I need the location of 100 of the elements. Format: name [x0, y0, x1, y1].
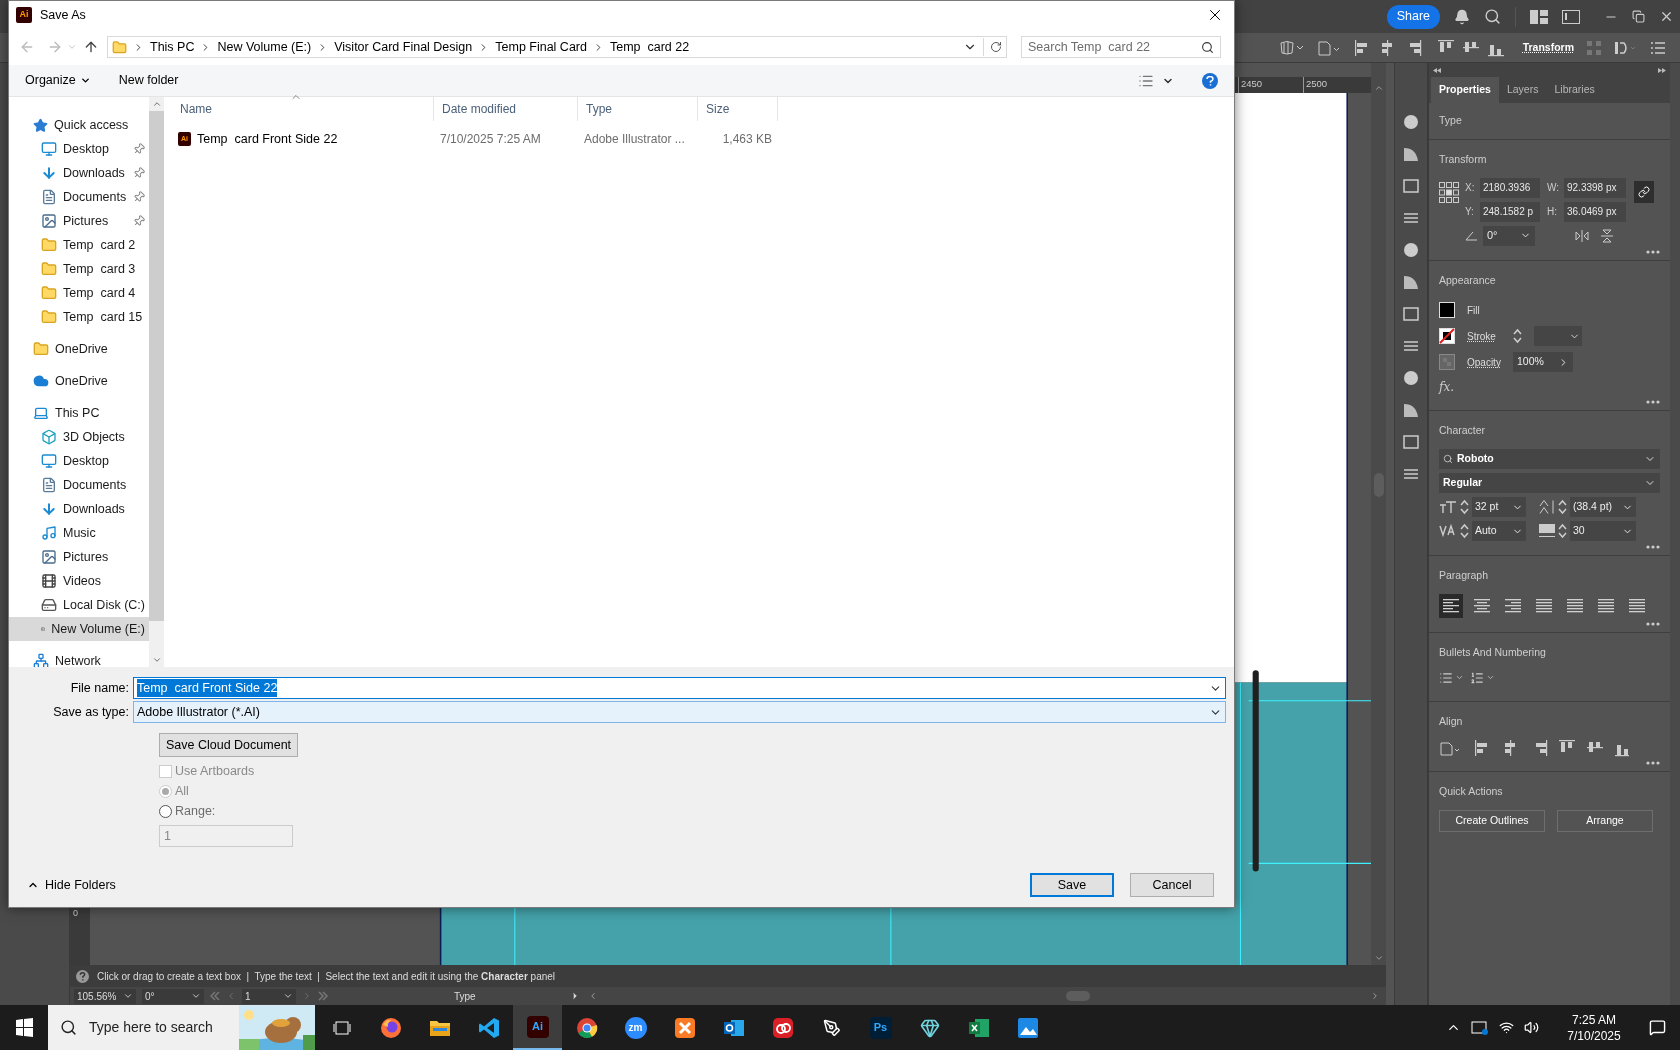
- scroll-up-icon[interactable]: [151, 99, 162, 109]
- panel-tool-icon[interactable]: [1402, 305, 1420, 323]
- more-icon[interactable]: [1646, 400, 1660, 405]
- refresh-icon[interactable]: [990, 41, 1002, 53]
- more-icon[interactable]: [1646, 621, 1660, 626]
- breadcrumb[interactable]: New Volume (E:): [217, 37, 312, 57]
- nav-item[interactable]: Temp card 4: [9, 281, 149, 305]
- x-field[interactable]: 2180.3936: [1480, 177, 1540, 198]
- column-header[interactable]: Size: [698, 97, 778, 121]
- align-objects-drawing[interactable]: [1354, 38, 1505, 57]
- more-icon[interactable]: [1646, 249, 1660, 254]
- leading-field[interactable]: (38.4 pt): [1570, 497, 1636, 517]
- panel-tool-icon[interactable]: [1402, 433, 1420, 451]
- search-icon[interactable]: [60, 1019, 77, 1036]
- flip-vertical-icon[interactable]: [1601, 228, 1613, 243]
- network-icon[interactable]: [1499, 1020, 1514, 1035]
- help-icon[interactable]: [76, 969, 89, 983]
- hide-folders-button[interactable]: Hide Folders: [17, 875, 116, 895]
- up-icon[interactable]: [83, 39, 99, 55]
- address-bar[interactable]: This PC New Volume (E:) Visitor Card Final Design Temp Final Card Temp card 22: [107, 36, 1007, 58]
- nav-item[interactable]: Documents: [9, 473, 149, 497]
- screen-mode-icon[interactable]: [1562, 9, 1580, 24]
- bell-icon[interactable]: [1454, 8, 1470, 25]
- nav-item[interactable]: Pictures: [9, 209, 149, 233]
- y-field[interactable]: 248.1582 p: [1480, 201, 1540, 222]
- caret-icon[interactable]: [79, 75, 91, 86]
- nav-item[interactable]: Downloads: [9, 497, 149, 521]
- nav-item[interactable]: Downloads: [9, 161, 149, 185]
- panel-tool-icon[interactable]: [1402, 273, 1420, 291]
- search-field[interactable]: Search Temp card 22: [1021, 36, 1221, 58]
- vertical-scrollbar[interactable]: [1371, 63, 1386, 965]
- more-icon[interactable]: [1646, 761, 1660, 766]
- menu-icon[interactable]: [1650, 40, 1666, 55]
- stroke-weight-field[interactable]: [1534, 326, 1582, 347]
- opacity-field[interactable]: 100%: [1513, 352, 1573, 373]
- restore-icon[interactable]: [1632, 10, 1645, 23]
- stepper-icon[interactable]: [1460, 499, 1469, 515]
- scroll-down-icon[interactable]: [1373, 953, 1384, 963]
- breadcrumb[interactable]: This PC: [150, 37, 195, 57]
- sync-icon[interactable]: [1471, 1020, 1489, 1035]
- stroke-link[interactable]: Stroke: [1467, 328, 1501, 344]
- nav-item[interactable]: Quick access: [9, 113, 149, 137]
- scrollbar[interactable]: [149, 97, 164, 667]
- page-dropdown[interactable]: 1: [242, 988, 296, 1004]
- scroll-left-icon[interactable]: [588, 991, 598, 1001]
- save-button[interactable]: Save: [1030, 873, 1114, 897]
- clock-time[interactable]: 7:25 AM: [1572, 1011, 1616, 1028]
- file-name-field[interactable]: Temp card Front Side 22: [133, 677, 1226, 699]
- panel-tool-icon[interactable]: [1402, 177, 1420, 195]
- nav-item[interactable]: Desktop: [9, 449, 149, 473]
- nav-item[interactable]: Desktop: [9, 137, 149, 161]
- nav-item[interactable]: Music: [9, 521, 149, 545]
- panel-tool-icon[interactable]: [1402, 369, 1420, 387]
- taskbar-search-field[interactable]: Type here to search: [48, 1005, 315, 1050]
- breadcrumb[interactable]: Temp Final Card: [495, 37, 587, 57]
- stepper-icon[interactable]: [1513, 328, 1522, 345]
- scroll-right-icon[interactable]: [1370, 991, 1380, 1001]
- panel-tool-icon[interactable]: [1402, 145, 1420, 163]
- radio-button[interactable]: [159, 804, 172, 818]
- fill-swatch[interactable]: [1439, 302, 1455, 319]
- close-icon[interactable]: [1659, 9, 1674, 24]
- scroll-down-icon[interactable]: [151, 655, 162, 665]
- new-folder-button[interactable]: New folder: [118, 71, 179, 90]
- panel-tab[interactable]: Layers: [1498, 77, 1547, 103]
- taskbar-app[interactable]: Ai: [513, 1005, 562, 1050]
- stepper-icon[interactable]: [1558, 523, 1567, 539]
- collapse-icon[interactable]: [1433, 67, 1441, 73]
- scroll-up-icon[interactable]: [1373, 83, 1384, 93]
- help-icon[interactable]: [1202, 72, 1218, 89]
- search-icon[interactable]: [1484, 8, 1501, 25]
- zoom-dropdown[interactable]: 105.56%: [74, 988, 136, 1004]
- rotation-dropdown[interactable]: 0°: [142, 988, 204, 1004]
- nav-item[interactable]: 3D Objects: [9, 425, 149, 449]
- rotate-field[interactable]: 0°: [1483, 225, 1535, 246]
- paragraph-align-icon[interactable]: [1439, 593, 1463, 618]
- nav-item[interactable]: Local Disk (C:): [9, 593, 149, 617]
- reference-point-icon[interactable]: [1439, 181, 1459, 204]
- expand-icon[interactable]: [1658, 67, 1666, 73]
- nav-item[interactable]: Videos: [9, 569, 149, 593]
- flip-horizontal-icon[interactable]: [1575, 229, 1589, 242]
- nav-item[interactable]: OneDrive: [9, 369, 149, 393]
- volume-icon[interactable]: [1524, 1020, 1539, 1035]
- effects-button[interactable]: fx.: [1439, 378, 1455, 397]
- stroke-swatch[interactable]: [1439, 328, 1455, 345]
- organize-menu[interactable]: Organize: [25, 71, 91, 90]
- share-button[interactable]: Share: [1386, 4, 1440, 29]
- arrange-icon[interactable]: [1614, 39, 1638, 56]
- file-name[interactable]: Temp card Front Side 22: [197, 129, 338, 149]
- arrange-button[interactable]: Arrange: [1557, 810, 1653, 832]
- taskbar-app[interactable]: Ps: [856, 1005, 905, 1050]
- numbered-list-icon[interactable]: [1470, 670, 1484, 685]
- font-style-dropdown[interactable]: Regular: [1439, 473, 1660, 493]
- nav-item[interactable]: Temp card 3: [9, 257, 149, 281]
- breadcrumb[interactable]: Temp card 22: [609, 37, 690, 57]
- nav-item[interactable]: Documents: [9, 185, 149, 209]
- scroll-thumb[interactable]: [1066, 991, 1090, 1001]
- column-header[interactable]: Type: [578, 97, 698, 121]
- tracking-field[interactable]: 30: [1570, 521, 1636, 541]
- stepper-icon[interactable]: [1558, 499, 1567, 515]
- clock-date[interactable]: 7/10/2025: [1567, 1027, 1621, 1044]
